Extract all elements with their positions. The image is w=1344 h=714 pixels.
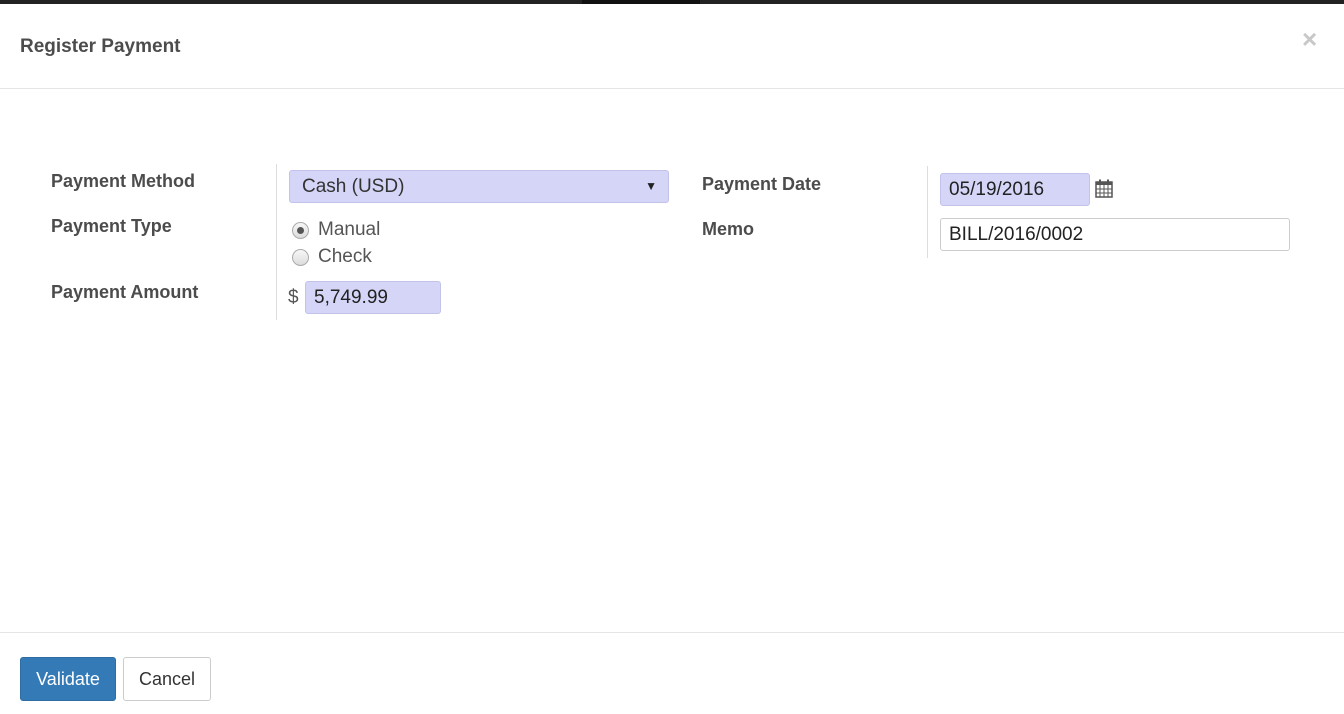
- chevron-down-icon: ▼: [645, 179, 657, 193]
- validate-button[interactable]: Validate: [20, 657, 116, 701]
- cancel-button[interactable]: Cancel: [123, 657, 211, 701]
- left-column-separator: [276, 164, 277, 320]
- close-icon[interactable]: ×: [1302, 26, 1317, 52]
- modal-footer: Validate Cancel: [0, 632, 1344, 714]
- payment-amount-input[interactable]: [305, 281, 441, 314]
- payment-date-input[interactable]: [940, 173, 1090, 206]
- payment-method-select[interactable]: Cash (USD) ▼: [289, 170, 669, 203]
- radio-label-check: Check: [318, 246, 372, 267]
- modal-header: Register Payment ×: [0, 4, 1344, 89]
- payment-method-label: Payment Method: [51, 171, 196, 191]
- radio-label-manual: Manual: [318, 219, 381, 240]
- modal-title: Register Payment: [20, 36, 181, 57]
- payment-type-check-radio[interactable]: Check: [292, 246, 372, 268]
- payment-amount-label: Payment Amount: [51, 282, 199, 302]
- payment-date-label: Payment Date: [702, 174, 822, 194]
- payment-method-value: Cash (USD): [302, 176, 405, 197]
- payment-type-label: Payment Type: [51, 216, 172, 236]
- memo-label: Memo: [702, 219, 755, 239]
- radio-button-unchecked[interactable]: [292, 248, 309, 266]
- right-column-separator: [927, 166, 928, 258]
- memo-input[interactable]: [940, 218, 1290, 251]
- calendar-icon[interactable]: [1095, 179, 1113, 198]
- radio-button-checked[interactable]: [292, 221, 309, 239]
- currency-symbol: $: [288, 287, 299, 308]
- payment-type-manual-radio[interactable]: Manual: [292, 219, 380, 241]
